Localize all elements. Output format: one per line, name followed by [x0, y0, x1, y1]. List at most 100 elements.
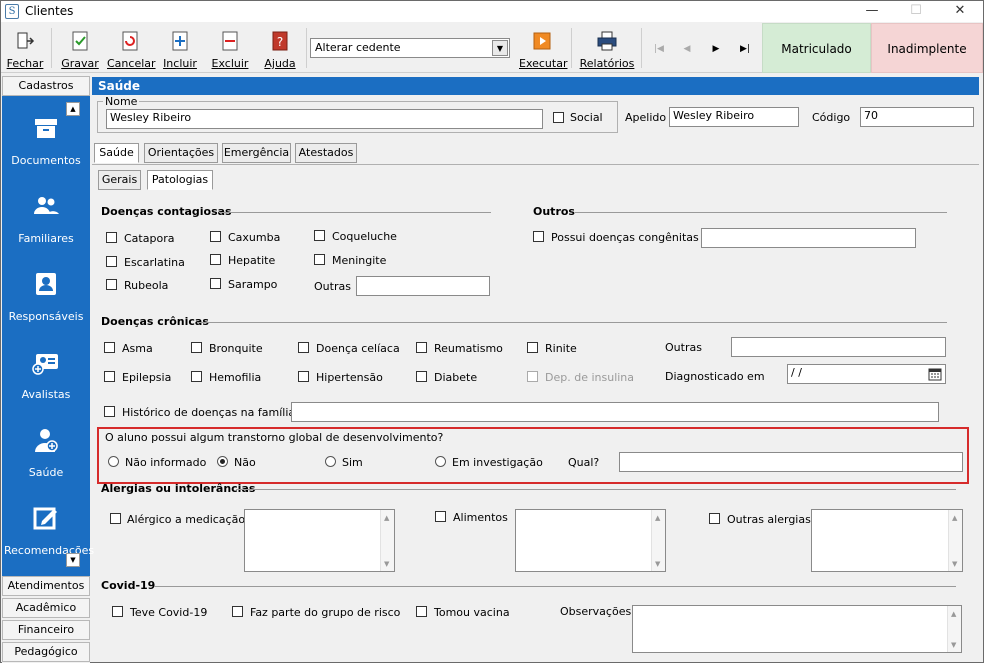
- rubeola-checkbox[interactable]: [106, 279, 117, 290]
- ajuda-label: Ajuda: [264, 57, 296, 70]
- textarea-scrollbar[interactable]: ▲ ▼: [380, 510, 394, 571]
- rinite-checkbox[interactable]: [527, 342, 538, 353]
- sidebar-item-saude[interactable]: Saúde: [2, 414, 90, 492]
- nome-input[interactable]: Wesley Ribeiro: [106, 109, 543, 129]
- cedente-select[interactable]: Alterar cedente ▼: [310, 38, 510, 58]
- alimentos-checkbox[interactable]: [435, 511, 446, 522]
- sim-radio[interactable]: [325, 456, 336, 467]
- epilepsia-label: Epilepsia: [122, 371, 172, 384]
- hipertensao-checkbox[interactable]: [298, 371, 309, 382]
- diagnosticado-date-input[interactable]: / /: [787, 364, 946, 384]
- hemofilia-checkbox[interactable]: [191, 371, 202, 382]
- nao-informado-radio[interactable]: [108, 456, 119, 467]
- nome-label: Nome: [103, 95, 140, 108]
- door-exit-icon: [17, 32, 35, 49]
- alergico-medicacao-textarea[interactable]: ▲ ▼: [244, 509, 395, 572]
- tab-emergencia[interactable]: Emergência: [222, 143, 291, 163]
- sidebar-panel: ▲ Documentos Familiares Responsáveis Ava…: [2, 96, 94, 576]
- sidebar-item-documentos[interactable]: Documentos: [2, 102, 90, 180]
- first-record-icon[interactable]: |◀: [651, 41, 667, 57]
- bronquite-checkbox[interactable]: [191, 342, 202, 353]
- congenitas-checkbox[interactable]: [533, 231, 544, 242]
- minimize-icon[interactable]: —: [851, 1, 893, 22]
- excluir-label: Excluir: [211, 57, 249, 70]
- tab-gerais[interactable]: Gerais: [98, 170, 141, 190]
- tab-atestados[interactable]: Atestados: [295, 143, 357, 163]
- calendar-icon[interactable]: [928, 367, 942, 381]
- sidebar-pedagogico-header[interactable]: Pedagógico: [2, 642, 90, 662]
- previous-record-icon[interactable]: ◀: [679, 41, 695, 57]
- reumatismo-checkbox[interactable]: [416, 342, 427, 353]
- tomou-vacina-checkbox[interactable]: [416, 606, 427, 617]
- textarea-scrollbar[interactable]: ▲ ▼: [948, 510, 962, 571]
- sarampo-checkbox[interactable]: [210, 278, 221, 289]
- cedente-value: Alterar cedente: [315, 41, 401, 54]
- historico-checkbox[interactable]: [104, 406, 115, 417]
- social-checkbox[interactable]: [553, 112, 564, 123]
- hepatite-checkbox[interactable]: [210, 254, 221, 265]
- sarampo-label: Sarampo: [228, 278, 278, 291]
- last-record-icon[interactable]: ▶|: [737, 41, 753, 57]
- fechar-button[interactable]: Fechar: [2, 26, 48, 70]
- sim-label: Sim: [342, 456, 363, 469]
- grupo-risco-label: Faz parte do grupo de risco: [250, 606, 401, 619]
- sidebar-item-avalistas[interactable]: Avalistas: [2, 336, 90, 414]
- textarea-scrollbar[interactable]: ▲ ▼: [947, 606, 961, 652]
- gravar-label: Gravar: [61, 57, 99, 70]
- asma-checkbox[interactable]: [104, 342, 115, 353]
- escarlatina-checkbox[interactable]: [106, 256, 117, 267]
- outras-alergias-checkbox[interactable]: [709, 513, 720, 524]
- epilepsia-checkbox[interactable]: [104, 371, 115, 382]
- diabete-checkbox[interactable]: [416, 371, 427, 382]
- historico-input[interactable]: [291, 402, 939, 422]
- toolbar-divider: [571, 28, 572, 68]
- sidebar-item-familiares[interactable]: Familiares: [2, 180, 90, 258]
- alimentos-textarea[interactable]: ▲ ▼: [515, 509, 666, 572]
- coqueluche-checkbox[interactable]: [314, 230, 325, 241]
- investigacao-radio[interactable]: [435, 456, 446, 467]
- tab-saude[interactable]: Saúde: [94, 143, 139, 163]
- incluir-button[interactable]: Incluir: [157, 26, 203, 70]
- relatorios-button[interactable]: Relatórios: [579, 26, 635, 70]
- grupo-risco-checkbox[interactable]: [232, 606, 243, 617]
- catapora-checkbox[interactable]: [106, 232, 117, 243]
- observacoes-textarea[interactable]: ▲ ▼: [632, 605, 962, 653]
- textarea-scrollbar[interactable]: ▲ ▼: [651, 510, 665, 571]
- qual-input[interactable]: [619, 452, 963, 472]
- ajuda-button[interactable]: ? Ajuda: [257, 26, 303, 70]
- alergico-medicacao-checkbox[interactable]: [110, 513, 121, 524]
- cronicas-outras-input[interactable]: [731, 337, 946, 357]
- gravar-button[interactable]: Gravar: [57, 26, 103, 70]
- tab-orientacoes[interactable]: Orientações: [144, 143, 218, 163]
- next-record-icon[interactable]: ▶: [708, 41, 724, 57]
- matriculado-status-button[interactable]: Matriculado: [762, 23, 871, 73]
- inadimplente-status-button[interactable]: Inadimplente: [871, 23, 983, 73]
- users-icon: [34, 197, 59, 214]
- excluir-button[interactable]: Excluir: [207, 26, 253, 70]
- contagiosas-outras-input[interactable]: [356, 276, 490, 296]
- group-line: [154, 586, 956, 587]
- sidebar-academico-header[interactable]: Acadêmico: [2, 598, 90, 618]
- executar-button[interactable]: Executar: [519, 26, 568, 70]
- cancelar-button[interactable]: Cancelar: [107, 26, 156, 70]
- maximize-icon[interactable]: ☐: [895, 1, 937, 22]
- nao-radio[interactable]: [217, 456, 228, 467]
- apelido-input[interactable]: Wesley Ribeiro: [669, 107, 799, 127]
- teve-covid-checkbox[interactable]: [112, 606, 123, 617]
- caxumba-checkbox[interactable]: [210, 231, 221, 242]
- nao-informado-label: Não informado: [125, 456, 207, 469]
- sidebar-financeiro-header[interactable]: Financeiro: [2, 620, 90, 640]
- close-icon[interactable]: ✕: [939, 1, 981, 22]
- congenitas-input[interactable]: [701, 228, 916, 248]
- meningite-checkbox[interactable]: [314, 254, 325, 265]
- tab-patologias[interactable]: Patologias: [147, 170, 213, 190]
- outras-alergias-textarea[interactable]: ▲ ▼: [811, 509, 963, 572]
- scroll-down-icon[interactable]: ▼: [66, 553, 80, 567]
- sidebar-cadastros-header[interactable]: Cadastros: [2, 76, 90, 96]
- celiaca-checkbox[interactable]: [298, 342, 309, 353]
- sidebar-item-responsaveis[interactable]: Responsáveis: [2, 258, 90, 336]
- sidebar-atendimentos-header[interactable]: Atendimentos: [2, 576, 90, 596]
- chevron-down-icon[interactable]: ▼: [492, 40, 508, 56]
- codigo-input[interactable]: 70: [860, 107, 974, 127]
- sidebar: Cadastros ▲ Documentos Familiares Respon…: [2, 76, 94, 663]
